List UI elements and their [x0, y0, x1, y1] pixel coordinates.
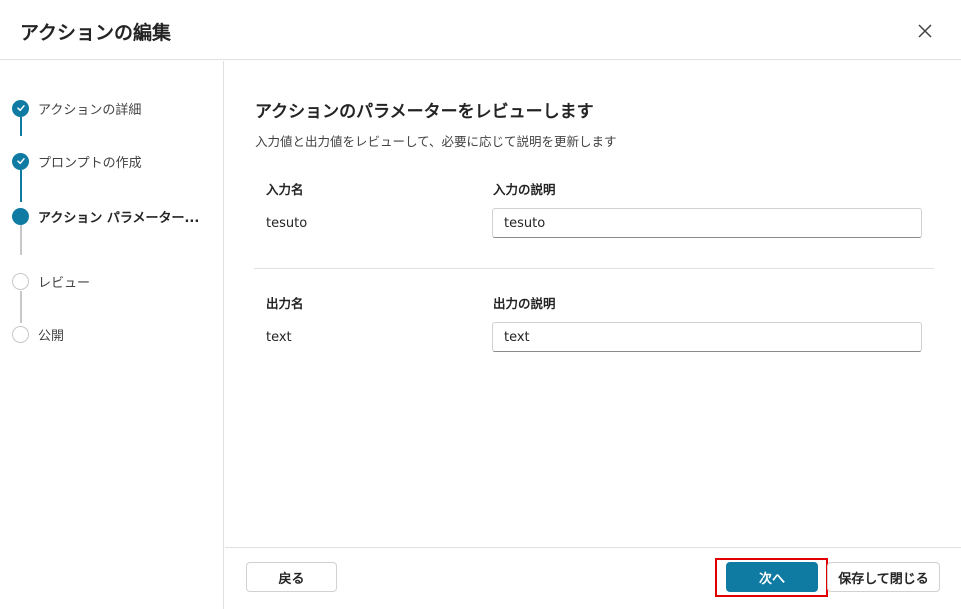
main-content: アクションのパラメーターをレビューします 入力値と出力値をレビューして、必要に応…: [225, 61, 961, 547]
step-label: プロンプトの作成: [38, 155, 142, 171]
step-connector: [20, 117, 22, 136]
input-description-header: 入力の説明: [493, 182, 556, 197]
pending-step-icon: [12, 325, 29, 343]
save-and-close-button[interactable]: 保存して閉じる: [827, 562, 940, 592]
input-name-value: tesuto: [266, 216, 308, 231]
page-title: アクションのパラメーターをレビューします: [255, 102, 594, 122]
pending-step-icon: [12, 272, 29, 290]
step-create-prompt[interactable]: プロンプトの作成: [12, 151, 142, 171]
dialog-header: アクションの編集: [0, 0, 961, 60]
step-action-details[interactable]: アクションの詳細: [12, 98, 141, 118]
checkmark-icon: [12, 99, 29, 117]
step-connector: [20, 225, 22, 255]
current-step-icon: [12, 207, 29, 225]
output-description-field[interactable]: [492, 322, 922, 352]
section-divider: [254, 268, 934, 269]
step-connector: [20, 291, 22, 323]
page-subtitle: 入力値と出力値をレビューして、必要に応じて説明を更新します: [255, 134, 617, 149]
step-sidebar: アクションの詳細 プロンプトの作成 アクション パラメーター... レビュー 公…: [0, 61, 224, 609]
step-label: アクションの詳細: [38, 102, 142, 118]
output-name-value: text: [266, 330, 292, 345]
step-action-parameters[interactable]: アクション パラメーター...: [12, 206, 199, 226]
step-publish[interactable]: 公開: [12, 324, 64, 344]
dialog-footer: 戻る 次へ 保存して閉じる: [225, 547, 961, 609]
input-name-header: 入力名: [266, 182, 304, 197]
step-label: 公開: [38, 328, 65, 344]
back-button[interactable]: 戻る: [246, 562, 337, 592]
checkmark-icon: [12, 152, 29, 170]
next-button[interactable]: 次へ: [726, 562, 818, 592]
input-description-field[interactable]: [492, 208, 922, 238]
edit-action-dialog: アクションの編集 アクションの詳細 プロンプトの作成 アクション パラメーター.…: [0, 0, 961, 609]
output-name-header: 出力名: [266, 296, 304, 311]
step-review[interactable]: レビュー: [12, 271, 90, 291]
close-button[interactable]: [912, 18, 938, 44]
step-label: レビュー: [38, 275, 91, 291]
dialog-title: アクションの編集: [20, 22, 172, 44]
close-icon: [918, 24, 932, 38]
step-connector: [20, 170, 22, 202]
step-label: アクション パラメーター...: [38, 210, 200, 226]
output-description-header: 出力の説明: [493, 296, 556, 311]
